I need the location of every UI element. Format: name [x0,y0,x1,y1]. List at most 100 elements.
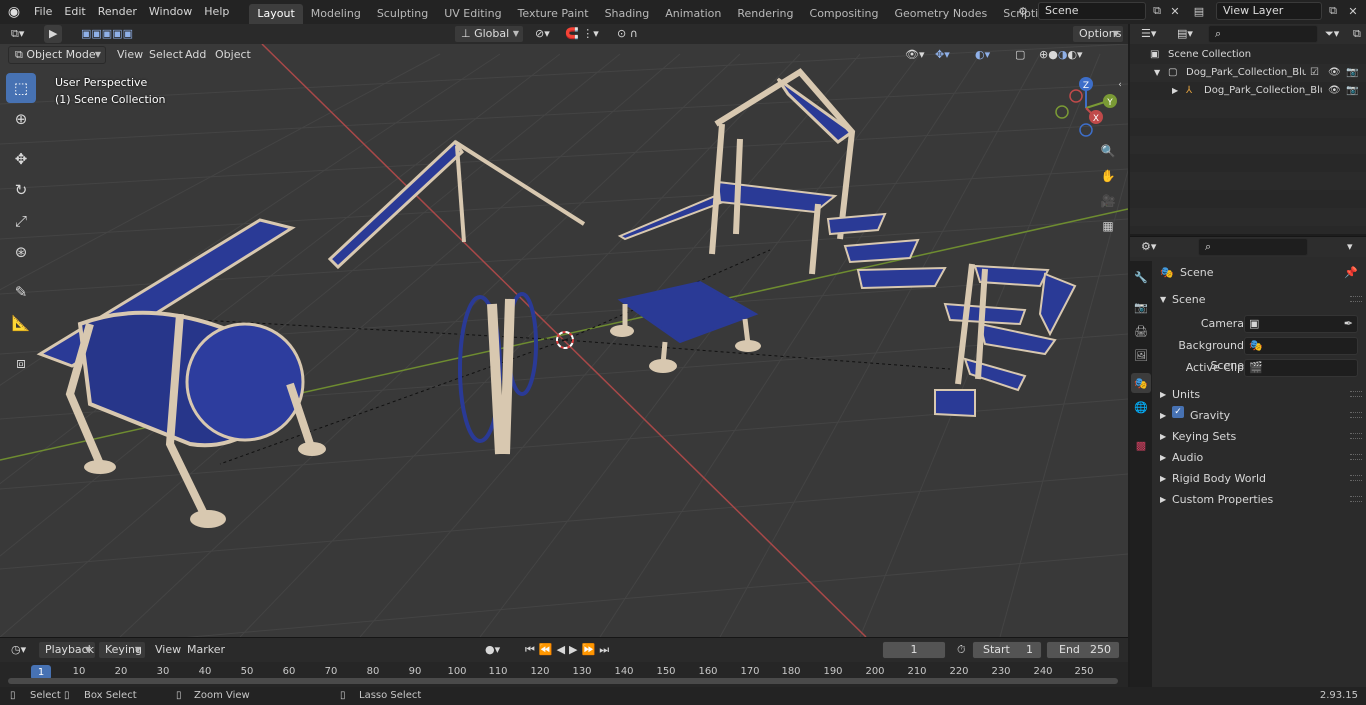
tab-geometry-nodes[interactable]: Geometry Nodes [886,4,995,24]
active-clip-field[interactable]: 🎬 [1244,359,1358,377]
3d-viewport[interactable]: Z Y X ⧉▾ ▶ ▣▣▣▣▣ ⊥ Global ▼ ⊘▾ 🧲 ⋮▾ ⊙ ∩ O… [0,24,1128,637]
gravity-panel-header[interactable]: ▶ ✓ Gravity [1152,406,1366,426]
menu-add[interactable]: Add [180,46,211,64]
tool-tab-icon[interactable]: 🔧 [1131,267,1151,287]
select-tool-icon[interactable]: ▶ [44,25,63,43]
current-frame-field[interactable]: 1 [882,641,946,659]
camera-view-icon[interactable]: 🎥 [1097,190,1119,212]
outliner-row-object[interactable]: ▶ ⅄ Dog_Park_Collection_Blu 👁 📷 [1130,82,1366,100]
scene-tab-icon[interactable]: 🎭 [1131,373,1151,393]
drag-grip-icon[interactable] [1350,496,1362,502]
gizmo-toggle-icon[interactable]: ✥▾ [930,46,955,64]
expand-arrow-icon[interactable]: ▶ [1172,82,1178,100]
blender-logo-icon[interactable]: ◉ [0,0,28,24]
move-icon[interactable]: ✥ [6,144,36,174]
drag-grip-icon[interactable] [1350,296,1362,302]
eye-icon[interactable]: 👁 [1328,64,1341,82]
rigid-body-panel-header[interactable]: ▶ Rigid Body World [1152,469,1366,489]
tab-shading[interactable]: Shading [597,4,658,24]
cursor-icon[interactable]: ⊕ [6,104,36,134]
scene-panel-header[interactable]: ▼ Scene [1152,290,1366,310]
overlay-toggle-icon[interactable]: ◐▾ [970,46,995,64]
properties-editor-type-icon[interactable]: ⚙▾ [1136,238,1161,256]
hoop-object[interactable] [458,292,538,455]
new-view-layer-icon[interactable]: ⧉ [1324,2,1342,20]
pan-hand-icon[interactable]: ✋ [1097,165,1119,187]
eye-icon[interactable]: 👁 [1328,82,1341,100]
world-tab-icon[interactable]: 🌐 [1131,397,1151,417]
units-panel-header[interactable]: ▶ Units [1152,385,1366,405]
pivot-icon[interactable]: ⊘▾ [530,25,555,43]
checkbox-icon[interactable]: ☑ [1310,64,1319,82]
custom-properties-panel-header[interactable]: ▶ Custom Properties [1152,490,1366,510]
view-layer-tab-icon[interactable]: 🖼 [1131,345,1151,365]
output-tab-icon[interactable]: 🖨 [1131,321,1151,341]
select-box-icon[interactable]: ⬚ [6,73,36,103]
xray-icon[interactable]: ▢ [1010,46,1030,64]
background-scene-field[interactable]: 🎭 [1244,337,1358,355]
playback-controls-icons[interactable]: ⏮⏪◀▶⏩⏭ [520,641,618,659]
visibility-icon[interactable]: 👁▾ [900,46,930,64]
outliner-row-collection[interactable]: ▼ ▢ Dog_Park_Collection_Blue_00 ☑ 👁 📷 [1130,64,1366,82]
drag-grip-icon[interactable] [1350,475,1362,481]
expand-arrow-icon[interactable]: ▼ [1154,64,1160,82]
tab-sculpting[interactable]: Sculpting [369,4,436,24]
camera-render-icon[interactable]: 📷 [1346,82,1358,100]
drag-grip-icon[interactable] [1350,454,1362,460]
selection-mode-icons[interactable]: ▣▣▣▣▣ [76,25,138,43]
grid-projection-icon[interactable]: ▦ [1097,215,1119,237]
pin-icon[interactable]: 📌 [1344,263,1358,283]
end-frame-field[interactable]: End 250 [1046,641,1120,659]
scene-selector-icon[interactable]: ⚙ [1014,2,1032,20]
start-frame-field[interactable]: Start 1 [972,641,1042,659]
audio-panel-header[interactable]: ▶ Audio [1152,448,1366,468]
menu-file[interactable]: File [28,2,58,22]
drag-grip-icon[interactable] [1350,412,1362,418]
record-icon[interactable]: ●▾ [480,641,505,659]
new-collection-icon[interactable]: ⧉ [1348,25,1366,43]
snap-icon[interactable]: 🧲 ⋮▾ [560,25,604,43]
tab-modeling[interactable]: Modeling [303,4,369,24]
timeline-menu-view[interactable]: View [150,641,186,659]
zoom-icon[interactable]: 🔍 [1097,140,1119,162]
tower-object[interactable] [617,68,947,290]
scale-icon[interactable]: ⤢ [6,206,36,236]
outliner-editor-type-icon[interactable]: ☰▾ [1136,25,1161,43]
outliner-search-input[interactable]: ⌕ [1208,25,1318,43]
tab-rendering[interactable]: Rendering [729,4,801,24]
filter-icon[interactable]: ⏷▾ [1320,25,1344,43]
properties-search-input[interactable]: ⌕ [1198,238,1308,256]
add-cube-icon[interactable]: ⧈ [6,348,36,378]
camera-render-icon[interactable]: 📷 [1346,64,1358,82]
menu-object[interactable]: Object [210,46,256,64]
transform-orientation-dropdown[interactable]: ⊥ Global ▼ [454,25,524,43]
menu-help[interactable]: Help [198,2,235,22]
timeline-menu-marker[interactable]: Marker [182,641,230,659]
menu-edit[interactable]: Edit [58,2,91,22]
drag-grip-icon[interactable] [1350,433,1362,439]
aframe-object[interactable] [327,139,586,270]
keying-sets-panel-header[interactable]: ▶ Keying Sets [1152,427,1366,447]
gravity-checkbox[interactable]: ✓ [1172,406,1184,418]
menu-render[interactable]: Render [92,2,143,22]
editor-type-icon[interactable]: ⧉▾ [6,25,29,43]
proportional-edit-icon[interactable]: ⊙ ∩ [612,25,643,43]
delete-scene-icon[interactable]: ✕ [1166,2,1184,20]
camera-field[interactable]: ▣ ✒ [1244,315,1358,333]
menu-window[interactable]: Window [143,2,198,22]
options-dropdown[interactable]: Options ▼ [1072,25,1124,43]
mode-dropdown[interactable]: ⧉ Object Mode ▼ [8,46,106,64]
rotate-icon[interactable]: ↻ [6,175,36,205]
drag-grip-icon[interactable] [1350,391,1362,397]
annotate-icon[interactable]: ✎ [6,277,36,307]
timeline-editor-type-icon[interactable]: ◷▾ [6,641,31,659]
render-tab-icon[interactable]: 📷 [1131,297,1151,317]
view-layer-selector-icon[interactable]: ▤ [1190,2,1208,20]
preview-range-icon[interactable]: ⏱ [952,641,971,659]
steps-object[interactable] [934,263,1077,418]
measure-icon[interactable]: 📐 [6,308,36,338]
timeline-scrollbar[interactable] [8,678,1118,684]
tab-texture-paint[interactable]: Texture Paint [510,4,597,24]
sidebar-toggle-icon[interactable]: ‹ [1114,74,1126,96]
keying-dropdown[interactable]: Keying ▼ [98,641,146,659]
